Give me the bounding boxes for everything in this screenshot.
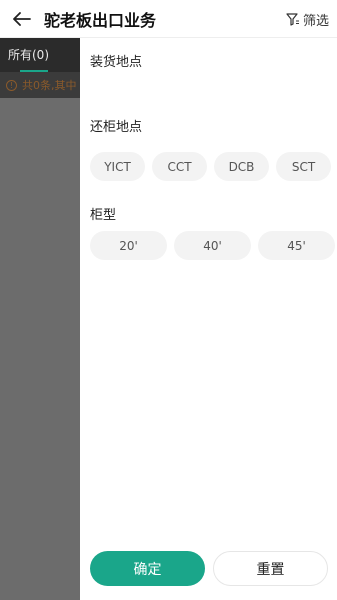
- return-location-options: YICT CCT DCB SCT: [90, 152, 331, 181]
- overlay-mask[interactable]: [0, 98, 80, 600]
- return-location-cct[interactable]: CCT: [152, 152, 207, 181]
- status-tab-bar: 所有(0): [0, 38, 80, 72]
- container-type-20[interactable]: 20': [90, 231, 167, 260]
- container-type-45[interactable]: 45': [258, 231, 335, 260]
- reset-button[interactable]: 重置: [213, 551, 328, 586]
- return-location-label: 还柜地点: [90, 120, 143, 135]
- back-arrow-icon[interactable]: [0, 0, 44, 38]
- confirm-button[interactable]: 确定: [90, 551, 205, 586]
- container-type-options: 20' 40' 45': [90, 231, 335, 260]
- drawer-footer: 确定 重置: [90, 551, 328, 586]
- container-type-label: 柜型: [90, 208, 117, 223]
- return-location-dcb[interactable]: DCB: [214, 152, 269, 181]
- summary-notice: ! 共0条,其中: [0, 72, 80, 98]
- notice-text: 共0条,其中: [22, 79, 77, 92]
- app-root: 驼老板出口业务 筛选 所有(0) ! 共0条,其中 装货地点 还柜地点 YICT…: [0, 0, 337, 600]
- app-header: 驼老板出口业务 筛选: [0, 0, 337, 38]
- return-location-sct[interactable]: SCT: [276, 152, 331, 181]
- tab-all[interactable]: 所有(0): [8, 46, 49, 63]
- loading-location-label: 装货地点: [90, 55, 143, 70]
- return-location-yict[interactable]: YICT: [90, 152, 145, 181]
- filter-icon: [286, 12, 300, 26]
- filter-drawer: 装货地点 还柜地点 YICT CCT DCB SCT 柜型 20' 40' 45…: [80, 38, 337, 600]
- filter-button[interactable]: 筛选: [286, 0, 329, 38]
- info-icon: !: [6, 79, 17, 91]
- page-title: 驼老板出口业务: [44, 10, 157, 30]
- filter-label: 筛选: [302, 13, 329, 29]
- container-type-40[interactable]: 40': [174, 231, 251, 260]
